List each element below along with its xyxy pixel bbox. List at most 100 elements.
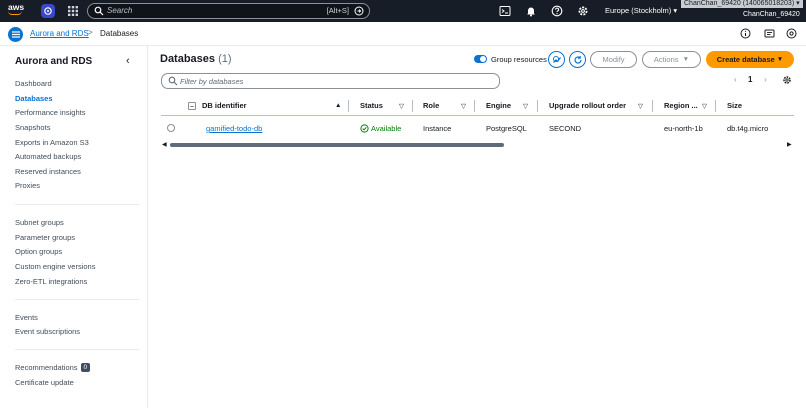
refresh-icon <box>573 55 582 64</box>
modify-label: Modify <box>602 55 625 64</box>
actions-label: Actions <box>653 55 679 64</box>
previous-page-button[interactable]: ‹ <box>734 75 737 84</box>
create-database-button[interactable]: Create database ▼ <box>706 51 794 68</box>
help-panel-icon[interactable] <box>786 28 797 39</box>
insights-icon <box>552 55 561 63</box>
database-count: (1) <box>218 53 232 65</box>
global-search[interactable]: Search [Alt+S] <box>87 3 370 19</box>
breadcrumb-databases: Databases <box>100 29 139 38</box>
account-name[interactable]: ChanChan_69420 <box>743 11 800 18</box>
column-size[interactable]: Size <box>727 101 742 110</box>
sidebar-title: Aurora and RDS <box>15 56 93 67</box>
sidebar-item-proxies[interactable]: Proxies <box>15 181 40 190</box>
sort-icon[interactable]: ▽ <box>461 102 466 110</box>
performance-insights-button[interactable] <box>548 51 565 68</box>
sort-icon[interactable]: ▽ <box>638 102 643 110</box>
recommendations-count-badge: 0 <box>80 363 91 372</box>
region-value: eu-north-1b <box>664 124 703 133</box>
recommendations-label: Recommendations <box>15 363 78 372</box>
sidebar-item-exports-s3[interactable]: Exports in Amazon S3 <box>15 138 89 147</box>
scroll-left-arrow[interactable]: ◀ <box>162 141 167 148</box>
sidebar-divider <box>15 204 139 205</box>
table-header-divider <box>161 115 794 116</box>
hamburger-menu-button[interactable] <box>8 27 23 42</box>
size-value: db.t4g.micro <box>727 124 769 133</box>
sort-icon[interactable]: ▽ <box>702 102 707 110</box>
hamburger-icon <box>11 31 20 38</box>
sidebar-item-zero-etl[interactable]: Zero-ETL integrations <box>15 277 87 286</box>
column-status[interactable]: Status <box>360 101 383 110</box>
group-resources-label: Group resources <box>491 55 547 64</box>
breadcrumb-bar: Aurora and RDS > Databases <box>0 22 806 46</box>
column-divider <box>348 100 349 112</box>
caret-down-icon: ▼ <box>682 56 690 63</box>
sidebar-divider <box>15 299 139 300</box>
sidebar-item-snapshots[interactable]: Snapshots <box>15 123 50 132</box>
sidebar-item-option-groups[interactable]: Option groups <box>15 247 62 256</box>
sidebar-item-event-subscriptions[interactable]: Event subscriptions <box>15 327 80 336</box>
refresh-button[interactable] <box>569 51 586 68</box>
sidebar-item-certificate-update[interactable]: Certificate update <box>15 378 74 387</box>
row-select-radio[interactable] <box>167 124 175 132</box>
column-db-identifier[interactable]: DB identifier <box>202 101 247 110</box>
top-navigation: aws Search [Alt+S] Europe (Stockholm) ▾ … <box>0 0 806 22</box>
sidebar-item-parameter-groups[interactable]: Parameter groups <box>15 233 75 242</box>
group-resources-toggle[interactable] <box>474 55 487 63</box>
page-number[interactable]: 1 <box>748 75 752 84</box>
create-database-label: Create database <box>716 55 775 64</box>
sidebar-item-databases[interactable]: Databases <box>15 94 53 103</box>
column-role[interactable]: Role <box>423 101 439 110</box>
page-title: Databases (1) <box>160 53 232 65</box>
account-menu[interactable]: ChanChan_69420 (140065018203) ▾ <box>681 0 803 8</box>
search-shortcut: [Alt+S] <box>326 6 349 15</box>
next-page-button[interactable]: › <box>764 75 767 84</box>
scroll-right-arrow[interactable]: ▶ <box>787 141 792 148</box>
sidebar-item-recommendations[interactable]: Recommendations 0 <box>15 363 91 372</box>
sidebar-close-icon[interactable]: ‹ <box>126 55 130 67</box>
sidebar-item-automated-backups[interactable]: Automated backups <box>15 152 81 161</box>
services-grid-icon[interactable] <box>67 5 79 17</box>
aws-logo[interactable]: aws <box>8 3 28 19</box>
column-region[interactable]: Region ... <box>664 101 698 110</box>
column-divider <box>412 100 413 112</box>
sidebar-item-events[interactable]: Events <box>15 313 38 322</box>
region-selector[interactable]: Europe (Stockholm) ▾ <box>605 6 677 15</box>
actions-button[interactable]: Actions ▼ <box>642 51 701 68</box>
notifications-panel-icon[interactable] <box>764 28 775 39</box>
caret-down-icon: ▼ <box>776 56 784 63</box>
sort-icon[interactable]: ▽ <box>523 102 528 110</box>
sort-icon[interactable]: ▽ <box>399 102 404 110</box>
column-divider <box>474 100 475 112</box>
sidebar-item-custom-engine-versions[interactable]: Custom engine versions <box>15 262 95 271</box>
column-upgrade-rollout-order[interactable]: Upgrade rollout order <box>549 101 626 110</box>
horizontal-scrollbar-thumb[interactable] <box>170 143 504 147</box>
table-header: DB identifier ▲ Status ▽ Role ▽ Engine ▽… <box>161 98 794 114</box>
column-divider <box>715 100 716 112</box>
notifications-bell-icon[interactable] <box>525 5 537 17</box>
cloudshell-icon[interactable] <box>499 5 511 17</box>
sidebar-item-dashboard[interactable]: Dashboard <box>15 79 52 88</box>
engine-value: PostgreSQL <box>486 124 527 133</box>
modify-button[interactable]: Modify <box>590 51 637 68</box>
role-value: Instance <box>423 124 452 133</box>
sidebar-item-performance-insights[interactable]: Performance insights <box>15 108 85 117</box>
search-icon <box>168 76 178 86</box>
filter-input[interactable] <box>180 76 480 86</box>
search-submit-icon[interactable] <box>354 6 364 16</box>
sort-ascending-icon[interactable]: ▲ <box>335 102 341 109</box>
db-identifier-link[interactable]: gamified-todo-db <box>206 124 262 133</box>
settings-gear-icon[interactable] <box>577 5 589 17</box>
rds-service-icon[interactable] <box>41 4 55 18</box>
filter-databases[interactable] <box>161 73 500 89</box>
breadcrumb-aurora-rds[interactable]: Aurora and RDS <box>30 29 89 38</box>
column-engine[interactable]: Engine <box>486 101 511 110</box>
help-icon[interactable] <box>551 5 563 17</box>
sidebar-item-subnet-groups[interactable]: Subnet groups <box>15 218 64 227</box>
table-settings-gear-icon[interactable] <box>782 75 792 85</box>
search-icon <box>94 6 104 16</box>
status-value: Available <box>371 124 402 133</box>
upgrade-rollout-order-value: SECOND <box>549 124 582 133</box>
info-icon[interactable] <box>740 28 751 39</box>
search-placeholder: Search <box>107 6 133 15</box>
sidebar-item-reserved-instances[interactable]: Reserved instances <box>15 167 81 176</box>
